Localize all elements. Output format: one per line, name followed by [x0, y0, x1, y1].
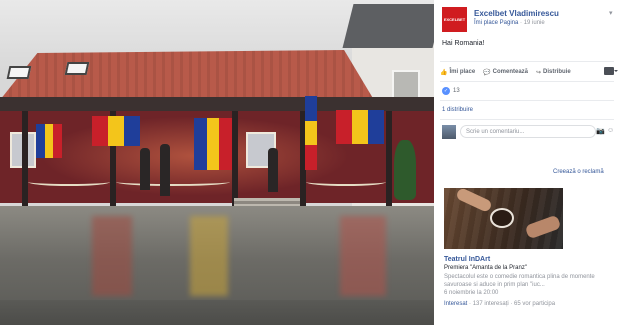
audience-selector[interactable] [604, 67, 618, 75]
photo-neighbor-window [392, 70, 420, 100]
reaction-count: 13 [453, 88, 460, 94]
romanian-flag [92, 116, 140, 146]
comment-input[interactable]: Scrie un comentariu... [460, 125, 596, 138]
romanian-flag [36, 124, 63, 158]
photo-person [268, 148, 278, 192]
post-header: EXCELBET Excelbet Vladimirescu Îmi place… [442, 7, 614, 33]
ad-title-link[interactable]: Teatrul InDArt [444, 256, 490, 263]
photo-post [22, 111, 28, 209]
photo-plant [394, 140, 416, 200]
romanian-flag [194, 118, 233, 170]
ad-body-line: savuroase si aduce in prim plan "iuc... [444, 282, 545, 288]
sticker-icon[interactable]: ☺ [607, 127, 614, 134]
post-text: Hai Romania! [442, 40, 485, 47]
comment-label: Comentează [492, 69, 528, 75]
divider [440, 100, 614, 101]
photo-person [160, 144, 170, 196]
share-button[interactable]: ↪ Distribuie [536, 69, 571, 76]
divider [440, 119, 614, 120]
photo-rope [28, 178, 110, 186]
ad-body-line: Spectacolul este o comedie romantica pli… [444, 274, 595, 280]
ad-stats: · 137 interesați · 65 vor participa [469, 301, 556, 307]
photo-eave [0, 97, 434, 111]
avatar [442, 125, 456, 139]
ad-image[interactable] [444, 188, 563, 249]
camera-icon[interactable]: 📷 [596, 127, 605, 135]
interested-button[interactable]: Interesat [444, 301, 467, 307]
share-icon: ↪ [536, 69, 542, 76]
photo-post [386, 111, 392, 209]
photo-reflection [190, 216, 228, 296]
post-meta: Îmi place Pagina · 19 iunie [474, 20, 545, 26]
divider [440, 61, 614, 62]
photo-rope [306, 178, 386, 186]
post-sidebar: EXCELBET Excelbet Vladimirescu Îmi place… [434, 0, 620, 325]
photo-reflection [340, 216, 386, 296]
romanian-flag [336, 110, 384, 144]
photo-skylight [64, 62, 90, 75]
ad-body: Spectacolul este o comedie romantica pli… [444, 273, 614, 289]
like-page-link[interactable]: Îmi place Pagina [474, 20, 518, 26]
like-reaction-icon: ✓ [442, 87, 450, 95]
comment-icon: 💬 [483, 69, 491, 76]
photo-skylight [6, 66, 32, 79]
photo-puddle [0, 300, 434, 325]
like-button[interactable]: 👍 Îmi place [440, 69, 475, 76]
page-avatar[interactable]: EXCELBET [442, 7, 467, 32]
photo-post [232, 111, 238, 209]
ad-image-cup [490, 208, 514, 228]
ad-subtitle: Premiera "Amanta de la Pranz" [444, 265, 527, 271]
photo-reflection [92, 216, 132, 296]
post-date[interactable]: 19 iunie [524, 20, 545, 26]
post-action-bar: 👍 Îmi place 💬 Comentează ↪ Distribuie [440, 66, 618, 78]
photo-roof-tiles [0, 50, 374, 100]
post-photo[interactable] [0, 0, 434, 325]
photo-person [140, 148, 150, 190]
create-ad-link[interactable]: Creează o reclamă [553, 169, 604, 175]
meta-separator: · [520, 20, 523, 26]
thumbs-up-icon: 👍 [440, 69, 448, 76]
photo-rope [116, 178, 230, 186]
share-count-link[interactable]: 1 distribuire [442, 107, 473, 113]
ad-event-date: 6 noiembrie la 20:00 [444, 290, 499, 296]
photo-neighbor-roof [342, 4, 434, 48]
chevron-down-icon[interactable]: ▾ [609, 9, 613, 17]
reactions-summary[interactable]: ✓ 13 [442, 87, 460, 95]
like-label: Îmi place [449, 69, 476, 75]
share-label: Distribuie [543, 69, 571, 75]
page-name-link[interactable]: Excelbet Vladimirescu [474, 9, 559, 18]
page-avatar-logo-text: EXCELBET [443, 17, 466, 22]
comment-button[interactable]: 💬 Comentează [483, 69, 528, 76]
divider [440, 81, 614, 82]
comment-composer: Scrie un comentariu... 📷 ☺ [442, 124, 614, 140]
romanian-flag [305, 96, 317, 171]
ad-footer: Interesat · 137 interesați · 65 vor part… [444, 301, 555, 307]
